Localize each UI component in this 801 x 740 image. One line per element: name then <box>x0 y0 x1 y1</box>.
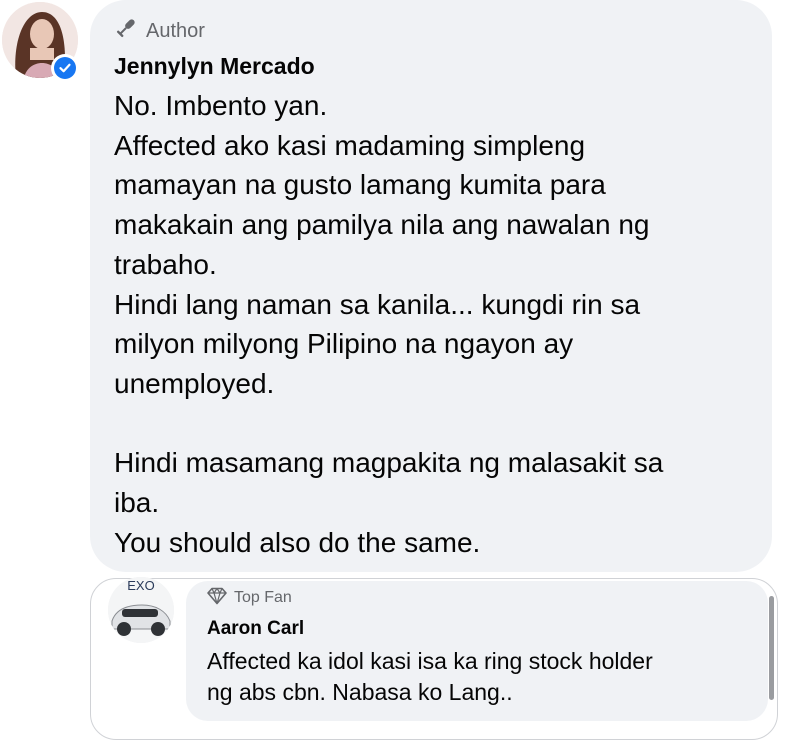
comment-blank-line <box>114 404 754 444</box>
author-badge-label: Author <box>146 19 205 42</box>
reply-line: ng abs cbn. Nabasa ko Lang.. <box>207 679 513 705</box>
comment-author-name[interactable]: Jennylyn Mercado <box>114 53 315 80</box>
comment-line: iba. <box>114 487 160 519</box>
comment-line: milyon milyong Pilipino na ngayon ay <box>114 328 574 360</box>
verified-check-icon <box>54 57 76 79</box>
comment-line: You should also do the same. <box>114 526 481 558</box>
author-badge: Author <box>114 18 205 44</box>
top-fan-label: Top Fan <box>234 589 292 606</box>
comment-line: trabaho. <box>114 248 217 280</box>
comment-line: No. Imbento yan. <box>114 90 328 121</box>
reply-avatar-image: EXO <box>108 577 174 643</box>
comment-line: Hindi masamang magpakita ng malasakit sa <box>114 447 664 479</box>
comment-line: Hindi lang naman sa kanila... kungdi rin… <box>114 288 641 320</box>
comment-line: unemployed. <box>114 367 275 399</box>
top-fan-badge: Top Fan <box>207 587 292 609</box>
reply-author-name[interactable]: Aaron Carl <box>207 618 304 640</box>
diamond-icon <box>207 587 227 610</box>
comment-line: Affected ako kasi madaming simpleng <box>114 129 586 161</box>
reply-author-avatar[interactable]: EXO <box>108 577 174 643</box>
reply-line: Affected ka idol kasi isa ka ring stock … <box>207 648 653 674</box>
microphone-icon <box>114 16 138 46</box>
verified-badge <box>51 54 79 82</box>
comment-line: makakain ang pamilya nila ang nawalan ng <box>114 209 650 241</box>
reply-text: Affected ka idol kasi isa ka ring stock … <box>207 646 767 708</box>
reply-avatar-text: EXO <box>127 578 154 593</box>
comment-text: No. Imbento yan. Affected ako kasi madam… <box>114 86 754 562</box>
scrollbar[interactable] <box>769 596 774 700</box>
comment-line: mamayan na gusto lamang kumita para <box>114 169 606 201</box>
